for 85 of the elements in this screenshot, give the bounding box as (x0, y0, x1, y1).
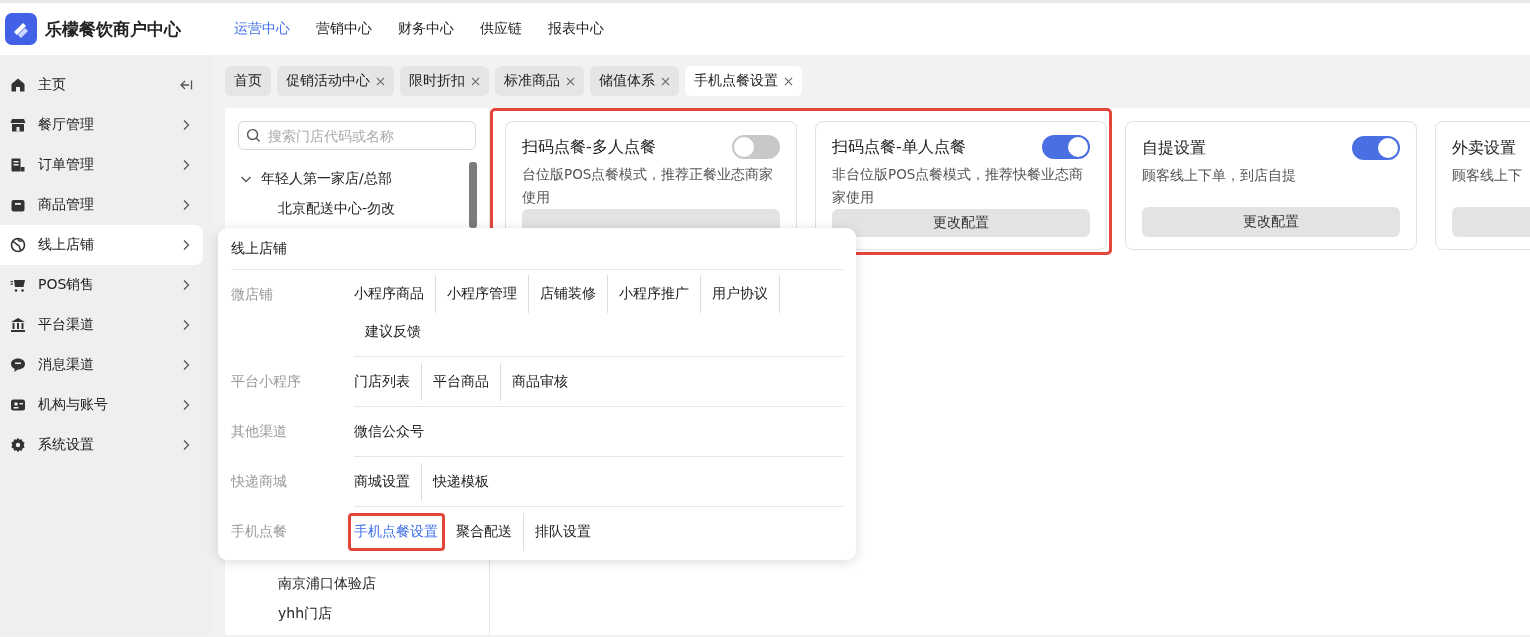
home-icon (10, 77, 26, 93)
card-description: 顾客线上下单，到店自提 (1142, 166, 1297, 185)
sidebar-label: 消息渠道 (38, 356, 95, 374)
chat-bubble-icon (10, 357, 26, 373)
tree-node[interactable]: 年轻人第一家店/总部 (261, 170, 392, 188)
search-icon (246, 128, 261, 143)
change-config-button[interactable]: 更改配置 (832, 208, 1090, 237)
brand-name: 乐檬餐饮商户中心 (45, 17, 181, 41)
menu-link[interactable]: 店铺装修 (529, 275, 608, 313)
cart-icon (10, 277, 26, 293)
nav-item[interactable]: 运营中心 (234, 20, 290, 38)
toggle-switch[interactable] (1042, 135, 1090, 160)
change-config-button[interactable]: 更改配置 (1142, 207, 1400, 237)
menu-link[interactable]: 商城设置 (354, 462, 422, 501)
card-description: 非台位版POS点餐模式，推荐快餐业态商家使用 (832, 164, 1084, 207)
popup-title: 线上店铺 (231, 239, 287, 258)
card-title: 扫码点餐-多人点餐 (522, 136, 656, 158)
nav-item[interactable]: 财务中心 (398, 20, 454, 38)
sidebar-item[interactable]: 主页 (0, 65, 203, 105)
sidebar-label: POS销售 (38, 276, 96, 294)
menu-link[interactable]: 快递模板 (422, 462, 500, 501)
card-title: 外卖设置 (1452, 137, 1516, 159)
sidebar-item[interactable]: 餐厅管理 (0, 105, 203, 145)
sidebar-item[interactable]: 线上店铺 (0, 225, 203, 265)
menu-link[interactable]: 平台商品 (422, 362, 501, 401)
menu-link[interactable]: 小程序商品 (354, 275, 436, 313)
sidebar-label: 商品管理 (38, 196, 95, 214)
sidebar-label: 系统设置 (38, 436, 95, 454)
group-label: 手机点餐 (231, 523, 287, 541)
sidebar-item[interactable]: 机构与账号 (0, 385, 203, 425)
card-title: 自提设置 (1142, 137, 1206, 159)
sidebar-label: 餐厅管理 (38, 116, 95, 134)
sidebar-label: 机构与账号 (38, 396, 109, 414)
group-label: 平台小程序 (231, 373, 301, 391)
sidebar-item[interactable]: 商品管理 (0, 185, 203, 225)
sidebar-item[interactable]: 订单管理 (0, 145, 203, 185)
bag-icon (10, 197, 26, 213)
bank-icon (10, 317, 26, 333)
group-label: 其他渠道 (231, 423, 287, 441)
menu-link[interactable]: 聚合配送 (445, 513, 524, 551)
tab[interactable]: 限时折扣 (400, 66, 489, 96)
card-title: 扫码点餐-单人点餐 (832, 136, 966, 158)
tab[interactable]: 手机点餐设置 (685, 66, 802, 96)
sidebar-item[interactable]: 系统设置 (0, 425, 203, 465)
sidebar-item[interactable]: POS销售 (0, 265, 203, 305)
sidebar-label: 平台渠道 (38, 316, 95, 334)
globe-icon (10, 237, 26, 253)
menu-link[interactable]: 商品审核 (501, 362, 579, 401)
tab[interactable]: 促销活动中心 (277, 66, 394, 96)
menu-link[interactable]: 用户协议 (701, 275, 780, 313)
menu-link[interactable]: 门店列表 (354, 362, 422, 401)
sidebar-label: 线上店铺 (38, 236, 95, 254)
nav-item[interactable]: 报表中心 (548, 20, 604, 38)
receipt-icon (10, 157, 26, 173)
tree-node[interactable]: 北京配送中心-勿改 (278, 200, 396, 218)
card-description: 顾客线上下 (1452, 166, 1523, 185)
id-card-icon (10, 397, 26, 413)
nav-item[interactable]: 供应链 (480, 20, 522, 38)
tab[interactable]: 储值体系 (590, 66, 679, 96)
menu-link[interactable]: 建议反馈 (354, 313, 432, 351)
menu-link[interactable]: 排队设置 (524, 513, 602, 551)
scrollbar[interactable] (469, 162, 477, 228)
tree-node[interactable]: 南京浦口体验店 (278, 575, 376, 593)
menu-link[interactable]: 微信公众号 (354, 412, 435, 451)
card-description: 台位版POS点餐模式，推荐正餐业态商家使用 (522, 164, 774, 207)
toggle-switch[interactable] (732, 135, 780, 160)
tab[interactable]: 首页 (225, 66, 271, 96)
menu-link[interactable]: 手机点餐设置 (348, 513, 445, 551)
tree-node[interactable]: yhh门店 (278, 605, 333, 623)
toggle-switch[interactable] (1352, 136, 1400, 160)
sidebar-label: 订单管理 (38, 156, 95, 174)
sidebar-label: 主页 (38, 76, 67, 94)
collapse-icon (179, 78, 193, 92)
logo-icon (5, 13, 37, 45)
tab[interactable]: 标准商品 (495, 66, 584, 96)
sidebar-item[interactable]: 消息渠道 (0, 345, 203, 385)
sidebar-item[interactable]: 平台渠道 (0, 305, 203, 345)
store-icon (10, 117, 26, 133)
search-field[interactable]: 搜索门店代码或名称 (238, 121, 476, 150)
menu-link[interactable]: 小程序管理 (436, 275, 529, 313)
menu-link[interactable]: 小程序推广 (608, 275, 701, 313)
gear-icon (10, 437, 26, 453)
nav-item[interactable]: 营销中心 (316, 20, 372, 38)
group-label: 快递商城 (231, 473, 287, 491)
group-label: 微店铺 (231, 286, 273, 304)
